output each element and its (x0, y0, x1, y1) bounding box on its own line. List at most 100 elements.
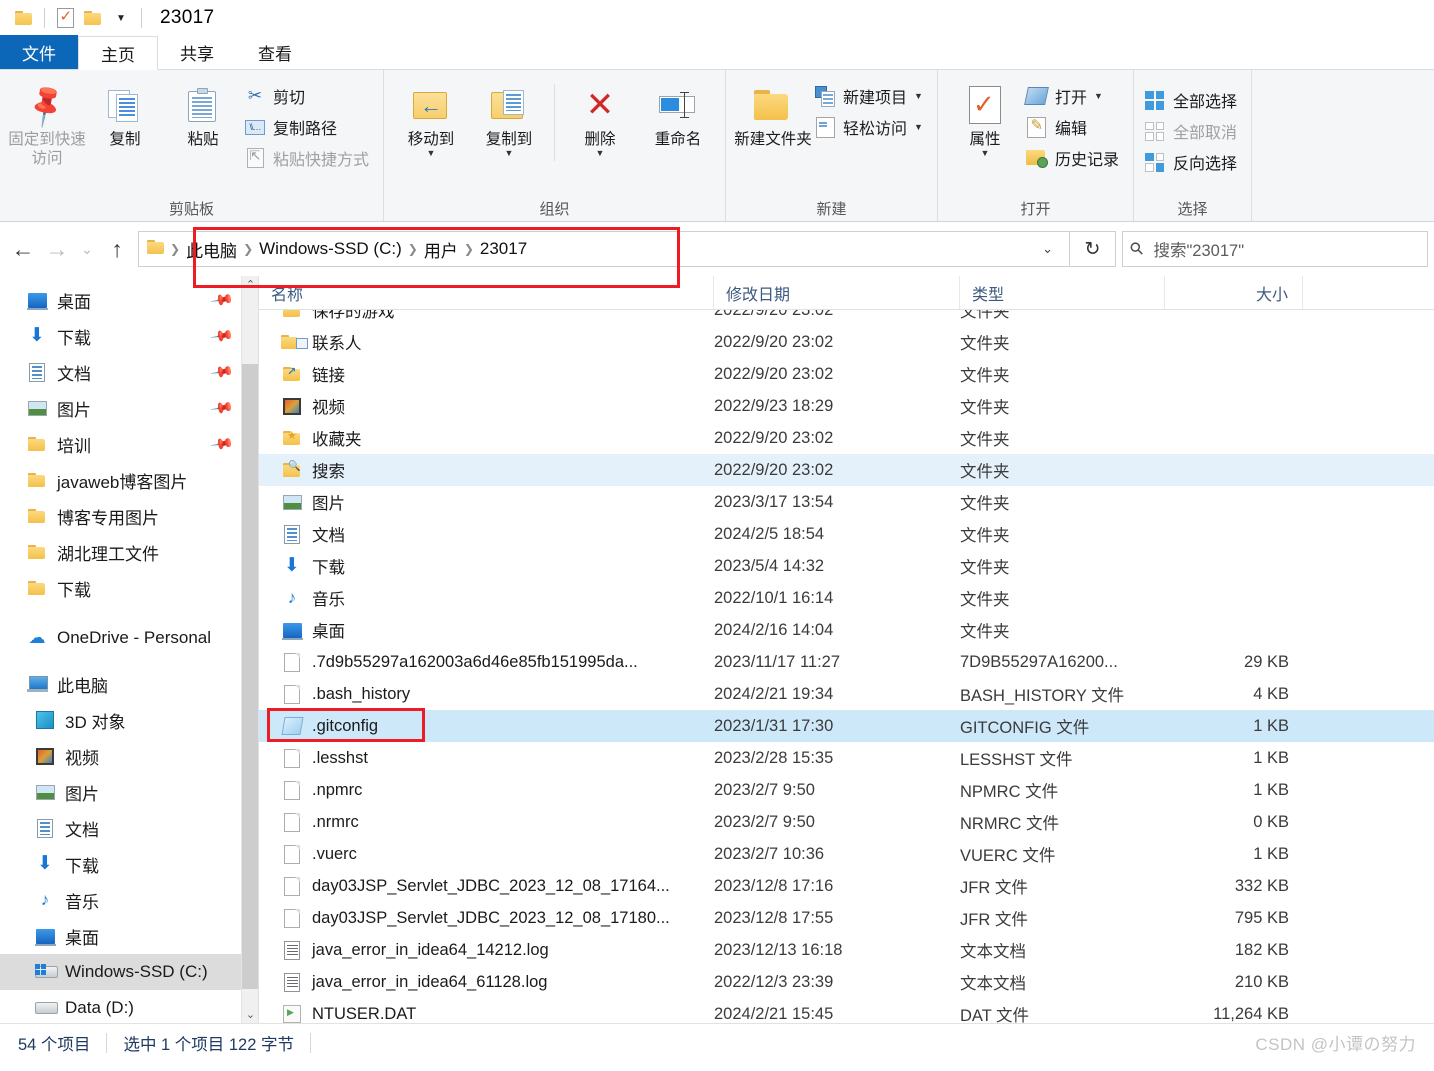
table-row[interactable]: .vuerc 2023/2/7 10:36 VUERC 文件 1 KB (259, 838, 1434, 870)
sidebar-item-pictures[interactable]: 图片 📌 (0, 390, 258, 426)
column-header-type[interactable]: 类型 (960, 276, 1165, 309)
sidebar-item-blog-images[interactable]: 博客专用图片 (0, 498, 258, 534)
breadcrumb-item-0[interactable]: 此电脑 (180, 237, 243, 262)
pin-icon[interactable]: 📌 (210, 287, 236, 313)
column-header-date[interactable]: 修改日期 (714, 276, 960, 309)
select-all-button[interactable]: 全部选择 (1142, 86, 1243, 114)
sidebar-item-videos[interactable]: 视频 (0, 738, 258, 774)
new-item-button[interactable]: 新建项目 ▼ (812, 82, 929, 110)
table-row[interactable]: ♪ 音乐 2022/10/1 16:14 文件夹 (259, 582, 1434, 614)
sidebar-item-this-pc[interactable]: 此电脑 (0, 666, 258, 702)
table-row[interactable]: 链接 2022/9/20 23:02 文件夹 (259, 358, 1434, 390)
table-row[interactable]: .bash_history 2024/2/21 19:34 BASH_HISTO… (259, 678, 1434, 710)
table-row[interactable]: 文档 2024/2/5 18:54 文件夹 (259, 518, 1434, 550)
easy-access-button[interactable]: 轻松访问 ▼ (812, 113, 929, 141)
table-row[interactable]: day03JSP_Servlet_JDBC_2023_12_08_17180..… (259, 902, 1434, 934)
copy-button[interactable]: 复制 (86, 76, 164, 149)
invert-selection-button[interactable]: 反向选择 (1142, 148, 1243, 176)
delete-caret-icon[interactable]: ▼ (596, 149, 605, 158)
pin-icon[interactable]: 📌 (210, 395, 236, 421)
pin-to-quick-access-button[interactable]: 📌 固定到快速访问 (8, 76, 86, 168)
edit-button[interactable]: 编辑 (1024, 113, 1125, 141)
table-row[interactable]: ⬇ 下载 2023/5/4 14:32 文件夹 (259, 550, 1434, 582)
sidebar-item-desktop-pc[interactable]: 桌面 (0, 918, 258, 954)
sidebar-item-downloads-pc[interactable]: ⬇ 下载 (0, 846, 258, 882)
pin-icon[interactable]: 📌 (210, 359, 236, 385)
tab-share[interactable]: 共享 (158, 35, 236, 69)
scrollbar-thumb[interactable] (242, 364, 258, 989)
sidebar-item-documents-pc[interactable]: 文档 (0, 810, 258, 846)
cut-button[interactable]: ✂ 剪切 (242, 82, 375, 110)
properties-button[interactable]: 属性 ▼ (946, 76, 1024, 158)
sidebar-item-windows-ssd-c[interactable]: Windows-SSD (C:) (0, 954, 258, 990)
table-row-clipped[interactable]: 保存的游戏 2022/9/20 23:02 文件夹 (259, 310, 1434, 326)
recent-locations-button[interactable]: ⌄ (74, 231, 100, 267)
sidebar-item-downloads[interactable]: ⬇ 下载 📌 (0, 318, 258, 354)
breadcrumb-item-2[interactable]: 用户 (418, 237, 464, 262)
table-row[interactable]: .nrmrc 2023/2/7 9:50 NRMRC 文件 0 KB (259, 806, 1434, 838)
table-row[interactable]: .npmrc 2023/2/7 9:50 NPMRC 文件 1 KB (259, 774, 1434, 806)
customize-dropdown-icon[interactable]: ▼ (107, 5, 135, 31)
table-row[interactable]: 视频 2022/9/23 18:29 文件夹 (259, 390, 1434, 422)
tab-home[interactable]: 主页 (78, 36, 158, 70)
properties-icon[interactable] (51, 5, 79, 31)
new-item-caret-icon[interactable]: ▼ (914, 92, 923, 101)
folder-icon[interactable] (10, 5, 38, 31)
back-button[interactable]: ← (6, 231, 40, 267)
copy-to-button[interactable]: 复制到 ▼ (470, 76, 548, 158)
copy-to-caret-icon[interactable]: ▼ (505, 149, 514, 158)
paste-shortcut-button[interactable]: 粘贴快捷方式 (242, 144, 375, 172)
sidebar-item-onedrive[interactable]: ☁ OneDrive - Personal (0, 620, 258, 656)
move-to-button[interactable]: ← 移动到 ▼ (392, 76, 470, 158)
rename-button[interactable]: 重命名 (639, 76, 717, 149)
scroll-down-icon[interactable]: ⌄ (242, 1006, 258, 1023)
sidebar-item-pictures-pc[interactable]: 图片 (0, 774, 258, 810)
table-row[interactable]: day03JSP_Servlet_JDBC_2023_12_08_17164..… (259, 870, 1434, 902)
pin-icon[interactable]: 📌 (210, 323, 236, 349)
move-to-caret-icon[interactable]: ▼ (427, 149, 436, 158)
up-button[interactable]: ↑ (100, 231, 134, 267)
table-row[interactable]: java_error_in_idea64_61128.log 2022/12/3… (259, 966, 1434, 998)
sidebar-item-desktop[interactable]: 桌面 📌 (0, 282, 258, 318)
table-row[interactable]: .lesshst 2023/2/28 15:35 LESSHST 文件 1 KB (259, 742, 1434, 774)
table-row[interactable]: 联系人 2022/9/20 23:02 文件夹 (259, 326, 1434, 358)
history-button[interactable]: 历史记录 (1024, 144, 1125, 172)
open-button[interactable]: 打开 ▼ (1024, 82, 1125, 110)
new-folder-icon[interactable] (79, 5, 107, 31)
refresh-button[interactable]: ↻ (1070, 231, 1116, 267)
table-row[interactable]: 收藏夹 2022/9/20 23:02 文件夹 (259, 422, 1434, 454)
tab-view[interactable]: 查看 (236, 35, 314, 69)
sidebar-item-hubei-files[interactable]: 湖北理工文件 (0, 534, 258, 570)
column-header-size[interactable]: 大小 (1165, 276, 1303, 309)
sidebar-item-3d-objects[interactable]: 3D 对象 (0, 702, 258, 738)
table-row[interactable]: 图片 2023/3/17 13:54 文件夹 (259, 486, 1434, 518)
sidebar-item-documents[interactable]: 文档 📌 (0, 354, 258, 390)
tab-file[interactable]: 文件 (0, 35, 78, 69)
open-caret-icon[interactable]: ▼ (1094, 92, 1103, 101)
table-row[interactable]: .7d9b55297a162003a6d46e85fb151995da... 2… (259, 646, 1434, 678)
forward-button[interactable]: → (40, 231, 74, 267)
easy-access-caret-icon[interactable]: ▼ (914, 123, 923, 132)
breadcrumb[interactable]: ❯ 此电脑 ❯ Windows-SSD (C:) ❯ 用户 ❯ 23017 ⌄ (138, 231, 1070, 267)
sidebar-scrollbar[interactable]: ⌃ ⌄ (241, 276, 258, 1023)
select-none-button[interactable]: 全部取消 (1142, 117, 1243, 145)
sidebar-item-music[interactable]: ♪ 音乐 (0, 882, 258, 918)
breadcrumb-item-3[interactable]: 23017 (474, 239, 533, 259)
table-row-gitconfig[interactable]: .gitconfig 2023/1/31 17:30 GITCONFIG 文件 … (259, 710, 1434, 742)
sidebar-item-peixun[interactable]: 培训 📌 (0, 426, 258, 462)
properties-caret-icon[interactable]: ▼ (980, 149, 989, 158)
table-row[interactable]: 搜索 2022/9/20 23:02 文件夹 (259, 454, 1434, 486)
sidebar-item-javaweb-blog-images[interactable]: javaweb博客图片 (0, 462, 258, 498)
table-row[interactable]: 桌面 2024/2/16 14:04 文件夹 (259, 614, 1434, 646)
sidebar-item-downloads-folder[interactable]: 下载 (0, 570, 258, 606)
breadcrumb-dropdown-icon[interactable]: ⌄ (1032, 241, 1063, 257)
breadcrumb-separator-3[interactable]: ❯ (464, 242, 474, 256)
copy-path-button[interactable]: \\… 复制路径 (242, 113, 375, 141)
breadcrumb-separator-1[interactable]: ❯ (243, 242, 253, 256)
search-input[interactable]: 搜索"23017" (1153, 237, 1244, 261)
breadcrumb-item-1[interactable]: Windows-SSD (C:) (253, 239, 408, 259)
paste-button[interactable]: 粘贴 (164, 76, 242, 149)
column-header-name[interactable]: 名称 (259, 276, 714, 309)
sidebar-item-data-d[interactable]: Data (D:) (0, 990, 258, 1023)
table-row[interactable]: NTUSER.DAT 2024/2/21 15:45 DAT 文件 11,264… (259, 998, 1434, 1023)
